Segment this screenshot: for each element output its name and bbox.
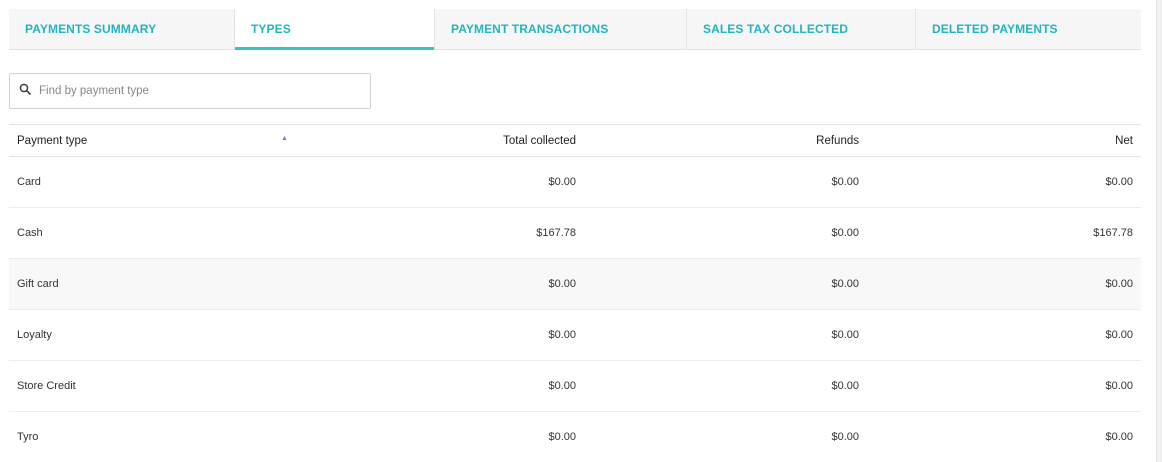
tab-types[interactable]: TYPES [235, 9, 435, 50]
cell-refunds: $0.00 [831, 278, 859, 290]
cell-payment-type: Tyro [17, 431, 39, 443]
cell-total-collected: $0.00 [548, 380, 576, 392]
cell-total-collected: $167.78 [536, 227, 576, 239]
report-tabs: PAYMENTS SUMMARY TYPES PAYMENT TRANSACTI… [9, 9, 1141, 50]
tab-payment-transactions[interactable]: PAYMENT TRANSACTIONS [435, 9, 687, 49]
payment-types-table: Payment type ▲ Total collected Refunds N… [9, 124, 1141, 462]
cell-total-collected: $0.00 [548, 278, 576, 290]
cell-net: $0.00 [1105, 380, 1133, 392]
sort-ascending-icon[interactable]: ▲ [281, 135, 288, 142]
header-net[interactable]: Net [859, 135, 1133, 147]
table-row[interactable]: Loyalty $0.00 $0.00 $0.00 [9, 310, 1141, 361]
search-input[interactable] [39, 85, 339, 97]
search-icon [19, 82, 39, 100]
cell-refunds: $0.00 [831, 329, 859, 341]
table-row[interactable]: Store Credit $0.00 $0.00 $0.00 [9, 361, 1141, 412]
header-total-collected[interactable]: Total collected [299, 135, 576, 147]
cell-total-collected: $0.00 [548, 431, 576, 443]
cell-net: $0.00 [1105, 176, 1133, 188]
tab-sales-tax-collected[interactable]: SALES TAX COLLECTED [687, 9, 916, 49]
cell-refunds: $0.00 [831, 176, 859, 188]
vertical-scrollbar[interactable] [1156, 0, 1162, 462]
cell-payment-type: Cash [17, 227, 43, 239]
header-payment-type-label: Payment type [17, 134, 88, 147]
table-header: Payment type ▲ Total collected Refunds N… [9, 125, 1141, 157]
cell-payment-type: Card [17, 176, 41, 188]
cell-total-collected: $0.00 [548, 176, 576, 188]
cell-total-collected: $0.00 [548, 329, 576, 341]
table-row[interactable]: Card $0.00 $0.00 $0.00 [9, 157, 1141, 208]
table-row[interactable]: Gift card $0.00 $0.00 $0.00 [9, 259, 1141, 310]
tab-payments-summary[interactable]: PAYMENTS SUMMARY [9, 9, 235, 49]
cell-refunds: $0.00 [831, 431, 859, 443]
cell-refunds: $0.00 [831, 227, 859, 239]
cell-net: $0.00 [1105, 431, 1133, 443]
cell-net: $0.00 [1105, 329, 1133, 341]
search-box[interactable] [9, 73, 371, 109]
cell-payment-type: Loyalty [17, 329, 52, 341]
table-row[interactable]: Tyro $0.00 $0.00 $0.00 [9, 412, 1141, 462]
cell-net: $0.00 [1105, 278, 1133, 290]
cell-payment-type: Store Credit [17, 380, 76, 392]
header-refunds[interactable]: Refunds [576, 135, 859, 147]
cell-refunds: $0.00 [831, 380, 859, 392]
cell-payment-type: Gift card [17, 278, 59, 290]
tab-deleted-payments[interactable]: DELETED PAYMENTS [916, 9, 1141, 49]
cell-net: $167.78 [1093, 227, 1133, 239]
header-payment-type[interactable]: Payment type ▲ [9, 135, 299, 147]
table-row[interactable]: Cash $167.78 $0.00 $167.78 [9, 208, 1141, 259]
